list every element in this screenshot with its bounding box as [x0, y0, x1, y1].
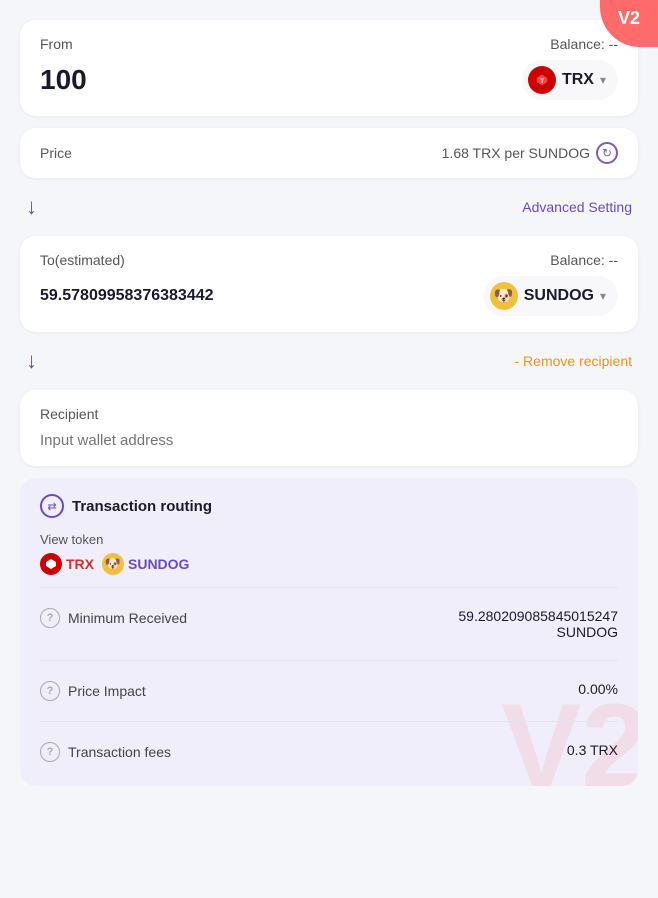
transaction-fees-label: Transaction fees — [68, 744, 171, 760]
recipient-input[interactable] — [40, 432, 618, 449]
divider-3 — [40, 721, 618, 722]
price-impact-label: Price Impact — [68, 683, 146, 699]
refresh-icon[interactable]: ↻ — [596, 142, 618, 164]
sundog-token-item[interactable]: 🐶 SUNDOG — [102, 553, 189, 575]
to-balance: Balance: -- — [550, 252, 618, 268]
sundog-token-selector[interactable]: 🐶 SUNDOG ▾ — [484, 276, 618, 316]
divider-1 — [40, 587, 618, 588]
sundog-chevron-icon: ▾ — [600, 289, 606, 303]
advanced-setting-link[interactable]: Advanced Setting — [522, 199, 632, 215]
trx-small-icon — [40, 553, 62, 575]
to-amount: 59.57809958376383442 — [40, 287, 214, 305]
transaction-fees-value: 0.3 TRX — [567, 742, 618, 758]
trx-token-label: TRX — [66, 556, 94, 572]
price-label: Price — [40, 145, 72, 161]
trx-chevron-icon: ▾ — [600, 73, 606, 87]
down-arrow-2[interactable]: ↓ — [26, 348, 37, 374]
min-received-label: Minimum Received — [68, 610, 187, 626]
trx-token-item[interactable]: TRX — [40, 553, 94, 575]
view-token-label: View token — [40, 532, 618, 547]
price-impact-help-icon[interactable]: ? — [40, 681, 60, 701]
routing-title: Transaction routing — [72, 498, 212, 515]
from-amount: 100 — [40, 64, 87, 96]
recipient-label: Recipient — [40, 406, 98, 422]
routing-section: V2 ⇄ Transaction routing View token TRX … — [20, 478, 638, 786]
recipient-card: Recipient — [20, 390, 638, 466]
arrow-row-2: ↓ - Remove recipient — [20, 344, 638, 378]
sundog-token-label: SUNDOG — [128, 556, 189, 572]
token-list: TRX 🐶 SUNDOG — [40, 553, 618, 575]
to-label: To(estimated) — [40, 252, 125, 268]
price-value: 1.68 TRX per SUNDOG — [442, 145, 590, 161]
to-card: To(estimated) Balance: -- 59.57809958376… — [20, 236, 638, 332]
transaction-fees-row: ? Transaction fees 0.3 TRX — [40, 734, 618, 770]
down-arrow-1[interactable]: ↓ — [26, 194, 37, 220]
sundog-small-icon: 🐶 — [102, 553, 124, 575]
price-card: Price 1.68 TRX per SUNDOG ↻ — [20, 128, 638, 178]
sundog-token-icon: 🐶 — [490, 282, 518, 310]
sundog-token-name: SUNDOG — [524, 287, 594, 305]
min-received-help-icon[interactable]: ? — [40, 608, 60, 628]
routing-header: ⇄ Transaction routing — [40, 494, 618, 518]
min-received-row: ? Minimum Received 59.280209085845015247… — [40, 600, 618, 648]
from-balance: Balance: -- — [550, 36, 618, 52]
v2-badge-label: V2 — [618, 8, 640, 28]
transaction-fees-help-icon[interactable]: ? — [40, 742, 60, 762]
price-impact-value: 0.00% — [578, 681, 618, 697]
from-label: From — [40, 36, 73, 52]
remove-recipient-link[interactable]: - Remove recipient — [515, 353, 633, 369]
trx-token-selector[interactable]: T TRX ▾ — [522, 60, 618, 100]
divider-2 — [40, 660, 618, 661]
min-received-token: SUNDOG — [458, 624, 618, 640]
from-card: From Balance: -- 100 T TRX ▾ — [20, 20, 638, 116]
trx-token-name: TRX — [562, 71, 594, 89]
trx-token-icon: T — [528, 66, 556, 94]
min-received-amount: 59.280209085845015247 — [458, 608, 618, 624]
routing-icon: ⇄ — [40, 494, 64, 518]
price-impact-row: ? Price Impact 0.00% — [40, 673, 618, 709]
min-received-value: 59.280209085845015247 SUNDOG — [458, 608, 618, 640]
arrow-row-1: ↓ Advanced Setting — [20, 190, 638, 224]
